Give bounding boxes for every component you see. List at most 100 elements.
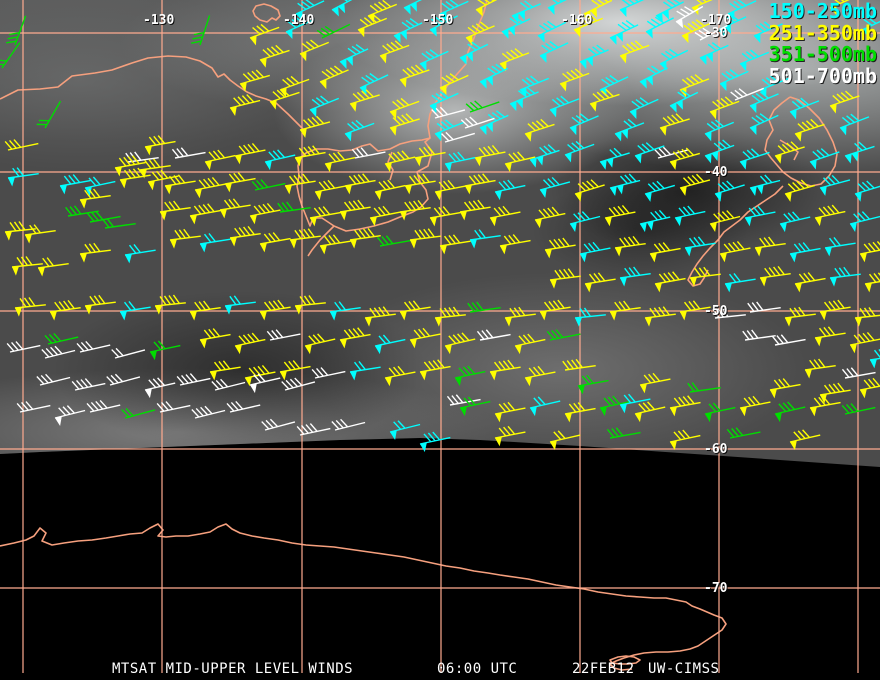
wind-barb bbox=[404, 173, 436, 195]
wind-barb bbox=[459, 41, 489, 65]
lat-label: -60 bbox=[704, 442, 728, 457]
wind-barb bbox=[259, 299, 291, 321]
wind-barb bbox=[475, 0, 504, 17]
wind-barb bbox=[191, 405, 226, 419]
wind-barb bbox=[569, 113, 599, 136]
wind-barb bbox=[49, 299, 81, 321]
wind-barb bbox=[546, 329, 581, 341]
wind-barb bbox=[614, 118, 645, 142]
wind-barb bbox=[199, 328, 231, 349]
wind-barb bbox=[429, 206, 461, 227]
wind-barb bbox=[479, 110, 509, 136]
wind-barb bbox=[294, 295, 326, 315]
wind-barb bbox=[784, 306, 816, 327]
wind-barb bbox=[374, 334, 406, 355]
legend-item-501-700: 501-700mb bbox=[768, 63, 877, 88]
wind-barb bbox=[794, 272, 826, 293]
wind-barb bbox=[299, 115, 331, 138]
legend-item-150-250: 150-250mb bbox=[768, 0, 877, 23]
wind-barb bbox=[774, 141, 805, 164]
wind-barb bbox=[469, 229, 501, 249]
wind-barb bbox=[36, 100, 62, 129]
wind-barb bbox=[159, 200, 191, 221]
wind-barb bbox=[687, 382, 721, 393]
wind-barb bbox=[339, 327, 371, 349]
wind-barb bbox=[379, 40, 410, 64]
wind-barb bbox=[569, 211, 601, 233]
wind-barb bbox=[294, 145, 326, 167]
wind-barb bbox=[644, 180, 675, 202]
wind-barb bbox=[819, 299, 851, 321]
wind-barb bbox=[529, 396, 561, 417]
wind-barb bbox=[37, 257, 69, 277]
wind-barb bbox=[609, 300, 641, 321]
wind-barb bbox=[376, 235, 411, 247]
wind-barb bbox=[489, 359, 521, 381]
wind-barb bbox=[229, 225, 261, 247]
wind-barb bbox=[714, 180, 745, 202]
wind-barb bbox=[819, 174, 851, 196]
wind-barb bbox=[209, 360, 241, 381]
wind-barb bbox=[259, 232, 291, 253]
wind-barb bbox=[489, 205, 521, 227]
wind-barb bbox=[226, 400, 261, 413]
wind-barb bbox=[441, 131, 475, 143]
wind-barb bbox=[11, 256, 43, 276]
wind-barb bbox=[549, 268, 581, 289]
wind-barb bbox=[784, 179, 815, 202]
wind-barb bbox=[774, 401, 806, 423]
coastline bbox=[764, 96, 838, 187]
wind-barb bbox=[71, 378, 106, 391]
wind-barb bbox=[771, 334, 806, 346]
wind-barb bbox=[584, 272, 616, 293]
wind-barb bbox=[779, 211, 811, 233]
wind-barb bbox=[629, 97, 659, 120]
wind-barb bbox=[211, 378, 246, 391]
wind-barb bbox=[719, 69, 749, 92]
wind-barb bbox=[190, 15, 211, 46]
wind-barb bbox=[704, 402, 736, 423]
coastline bbox=[0, 523, 727, 671]
wind-barb bbox=[234, 142, 266, 165]
wind-barb bbox=[524, 118, 555, 142]
wind-barb bbox=[249, 202, 281, 225]
wind-barb bbox=[316, 23, 351, 39]
wind-barb bbox=[639, 372, 671, 394]
wind-barb bbox=[439, 73, 469, 96]
wind-barb bbox=[149, 340, 181, 361]
wind-barb bbox=[324, 151, 356, 173]
wind-barb bbox=[859, 240, 880, 263]
wind-barb bbox=[719, 240, 751, 263]
wind-barb bbox=[331, 418, 366, 431]
wind-barb bbox=[669, 429, 701, 451]
pressure-level-legend: 150-250mb 251-350mb 351-500mb 501-700mb bbox=[768, 0, 877, 88]
wind-barb bbox=[106, 373, 141, 386]
wind-barb bbox=[444, 332, 476, 355]
wind-barb bbox=[539, 176, 571, 198]
wind-barb bbox=[124, 244, 156, 264]
wind-barb bbox=[16, 401, 51, 413]
wind-barb bbox=[464, 173, 496, 195]
wind-barb bbox=[76, 340, 111, 353]
wind-barb bbox=[769, 378, 801, 399]
wind-barb bbox=[311, 367, 346, 379]
wind-barb bbox=[599, 147, 630, 170]
wind-barb bbox=[261, 418, 296, 431]
wind-barb bbox=[309, 95, 340, 118]
wind-barb bbox=[266, 329, 301, 341]
wind-barb bbox=[434, 306, 466, 327]
wind-barb bbox=[789, 242, 821, 263]
wind-barb bbox=[739, 148, 770, 170]
wind-barb bbox=[609, 173, 641, 197]
wind-barb bbox=[224, 172, 256, 193]
lat-label: -40 bbox=[704, 165, 728, 180]
wind-barb bbox=[599, 74, 629, 97]
wind-barb bbox=[759, 265, 791, 287]
wind-barb bbox=[44, 332, 79, 345]
wind-barb bbox=[604, 204, 636, 227]
wind-barb bbox=[14, 297, 46, 317]
wind-barb bbox=[434, 179, 466, 201]
legend-item-351-500: 351-500mb bbox=[768, 42, 877, 66]
wind-barb bbox=[224, 295, 256, 315]
wind-barb bbox=[467, 301, 501, 313]
